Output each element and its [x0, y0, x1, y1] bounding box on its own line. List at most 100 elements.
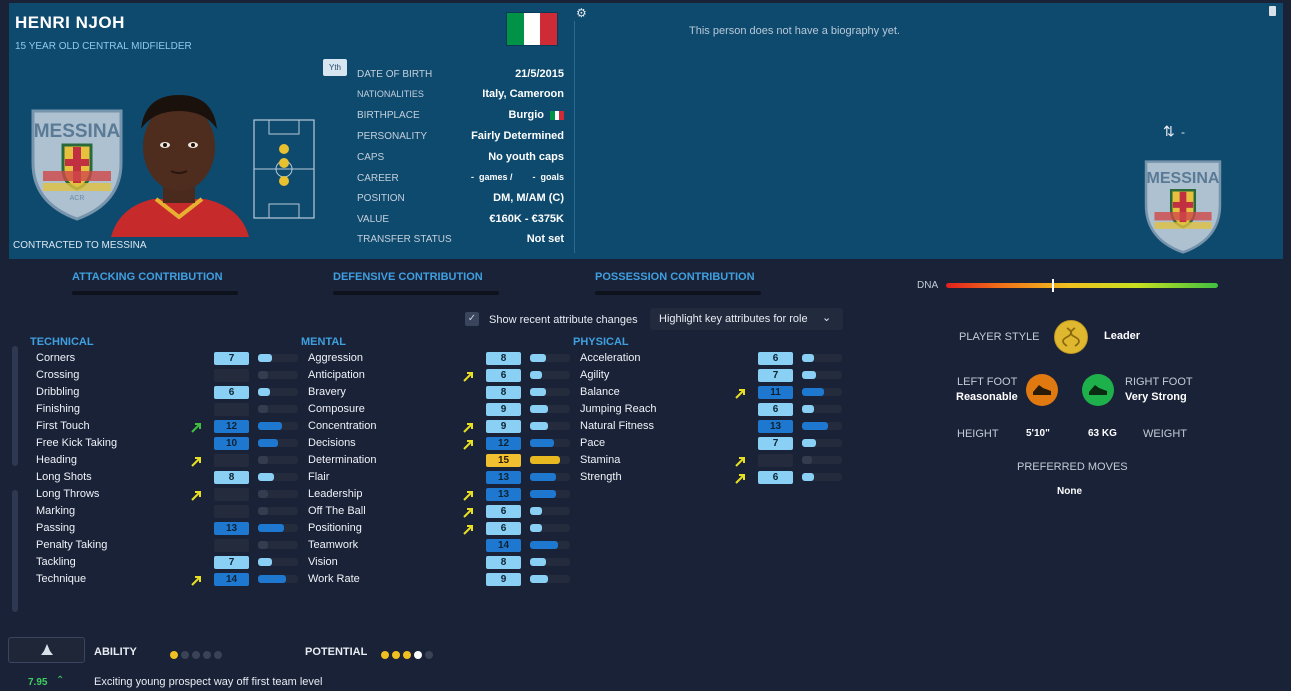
- info-value: No youth caps: [488, 151, 564, 163]
- attribute-name: Jumping Reach: [580, 403, 657, 415]
- attribute-row[interactable]: Jumping Reach 6: [580, 401, 850, 418]
- attribute-row[interactable]: Aggression 8: [308, 350, 578, 367]
- attribute-value: [758, 454, 793, 467]
- attribute-name: Dribbling: [36, 386, 80, 398]
- defensive-contribution-label[interactable]: DEFENSIVE CONTRIBUTION: [333, 271, 483, 283]
- attribute-row[interactable]: Off The Ball 6: [308, 503, 578, 520]
- attribute-value: 6: [758, 471, 793, 484]
- attribute-row[interactable]: Balance 11: [580, 384, 850, 401]
- star-dot: [403, 651, 411, 659]
- attribute-row[interactable]: Leadership 13: [308, 486, 578, 503]
- potential-label: POTENTIAL: [305, 646, 368, 658]
- attribute-row[interactable]: Finishing: [36, 401, 306, 418]
- attribute-bar: [258, 490, 298, 498]
- attacking-contribution-label[interactable]: ATTACKING CONTRIBUTION: [72, 271, 223, 283]
- player-header-panel: HENRI NJOH 15 YEAR OLD CENTRAL MIDFIELDE…: [9, 3, 1283, 259]
- attribute-row[interactable]: Heading: [36, 452, 306, 469]
- attribute-row[interactable]: Vision 8: [308, 554, 578, 571]
- player-style-dna-icon[interactable]: [1054, 320, 1088, 354]
- attribute-row[interactable]: First Touch 12: [36, 418, 306, 435]
- info-label: VALUE: [357, 214, 390, 225]
- star-dot: [392, 651, 400, 659]
- attribute-value: [214, 454, 249, 467]
- possession-contribution-bar: [595, 291, 761, 295]
- attribute-row[interactable]: Concentration 9: [308, 418, 578, 435]
- attribute-trend-arrow-icon: [463, 420, 473, 433]
- attribute-row[interactable]: Free Kick Taking 10: [36, 435, 306, 452]
- attribute-bar-fill: [802, 456, 812, 464]
- attribute-row[interactable]: Long Throws: [36, 486, 306, 503]
- attribute-trend-arrow-icon: [735, 454, 745, 467]
- settings-gear-icon[interactable]: ⚙: [576, 6, 587, 20]
- attribute-name: Teamwork: [308, 539, 359, 551]
- attribute-bar: [258, 558, 298, 566]
- attribute-row[interactable]: Acceleration 6: [580, 350, 850, 367]
- info-row-nationalities: NATIONALITIES Italy, Cameroon: [349, 85, 564, 104]
- attribute-value: 14: [486, 539, 521, 552]
- attribute-row[interactable]: Determination 15: [308, 452, 578, 469]
- attribute-row[interactable]: Composure 9: [308, 401, 578, 418]
- attribute-row[interactable]: Agility 7: [580, 367, 850, 384]
- attribute-name: Long Shots: [36, 471, 92, 483]
- attribute-value: 8: [486, 556, 521, 569]
- attribute-row[interactable]: Positioning 6: [308, 520, 578, 537]
- attribute-bar-fill: [802, 371, 816, 379]
- coach-report-button[interactable]: [8, 637, 85, 663]
- attribute-value: 12: [214, 420, 249, 433]
- info-value[interactable]: Burgio: [509, 109, 544, 121]
- attribute-bar-fill: [802, 354, 814, 362]
- contract-text: CONTRACTED TO MESSINA: [13, 240, 147, 251]
- attribute-row[interactable]: Natural Fitness 13: [580, 418, 850, 435]
- info-value[interactable]: Italy, Cameroon: [482, 88, 564, 100]
- left-boot-icon: [1026, 374, 1058, 406]
- attribute-row[interactable]: Strength 6: [580, 469, 850, 486]
- player-photo: [101, 89, 257, 237]
- attribute-bar-fill: [258, 371, 268, 379]
- possession-contribution-label[interactable]: POSSESSION CONTRIBUTION: [595, 271, 755, 283]
- attribute-row[interactable]: Stamina: [580, 452, 850, 469]
- attribute-row[interactable]: Anticipation 6: [308, 367, 578, 384]
- attribute-row[interactable]: Pace 7: [580, 435, 850, 452]
- right-foot-label: RIGHT FOOT: [1125, 376, 1193, 388]
- info-value: 21/5/2015: [515, 68, 564, 80]
- star-dot: [181, 651, 189, 659]
- attribute-value: 8: [486, 352, 521, 365]
- attribute-row[interactable]: Passing 13: [36, 520, 306, 537]
- attribute-row[interactable]: Decisions 12: [308, 435, 578, 452]
- attribute-row[interactable]: Flair 13: [308, 469, 578, 486]
- show-changes-label[interactable]: Show recent attribute changes: [489, 314, 638, 326]
- info-row-transfer-status: TRANSFER STATUS Not set: [349, 230, 564, 249]
- transfer-swap-icon[interactable]: ⇅: [1163, 123, 1175, 140]
- attribute-value: 6: [486, 369, 521, 382]
- attribute-bar-fill: [258, 405, 268, 413]
- attribute-row[interactable]: Long Shots 8: [36, 469, 306, 486]
- attribute-row[interactable]: Bravery 8: [308, 384, 578, 401]
- notes-icon[interactable]: [1269, 6, 1276, 16]
- attribute-name: Flair: [308, 471, 330, 483]
- attribute-name: Off The Ball: [308, 505, 366, 517]
- info-label: POSITION: [357, 193, 405, 204]
- attribute-name: Passing: [36, 522, 76, 534]
- player-name: HENRI NJOH: [15, 13, 125, 32]
- attribute-bar-fill: [530, 354, 546, 362]
- attribute-bar: [802, 473, 842, 481]
- attribute-row[interactable]: Dribbling 6: [36, 384, 306, 401]
- attribute-row[interactable]: Tackling 7: [36, 554, 306, 571]
- highlight-attributes-dropdown[interactable]: Highlight key attributes for role ⌄: [650, 308, 843, 330]
- star-dot: [170, 651, 178, 659]
- attribute-row[interactable]: Teamwork 14: [308, 537, 578, 554]
- attribute-bar: [258, 507, 298, 515]
- attribute-row[interactable]: Marking: [36, 503, 306, 520]
- attribute-row[interactable]: Corners 7: [36, 350, 306, 367]
- attribute-row[interactable]: Crossing: [36, 367, 306, 384]
- attribute-name: Anticipation: [308, 369, 365, 381]
- attribute-row[interactable]: Penalty Taking: [36, 537, 306, 554]
- attributes-scrollbar-top[interactable]: [12, 346, 18, 466]
- attributes-scrollbar-bottom[interactable]: [12, 490, 18, 612]
- attribute-bar: [530, 575, 570, 583]
- show-changes-checkbox[interactable]: ✓: [465, 312, 479, 326]
- attribute-row[interactable]: Technique 14: [36, 571, 306, 588]
- attribute-value: [214, 539, 249, 552]
- attribute-bar-fill: [530, 490, 556, 498]
- attribute-row[interactable]: Work Rate 9: [308, 571, 578, 588]
